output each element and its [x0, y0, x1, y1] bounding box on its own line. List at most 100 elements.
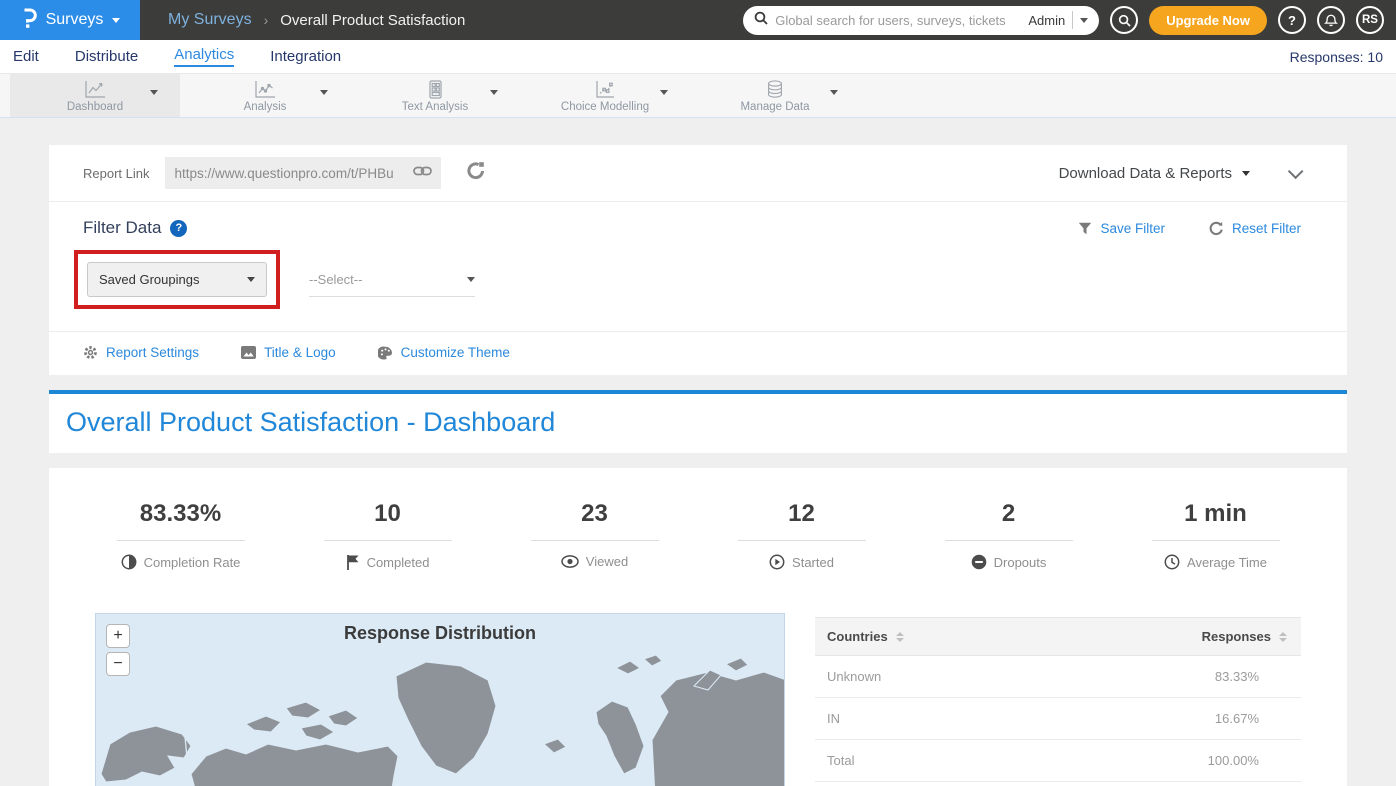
country-cell: Total: [827, 753, 854, 768]
flag-icon: [346, 554, 360, 570]
report-link-label: Report Link: [83, 166, 149, 181]
saved-groupings-dropdown[interactable]: Saved Groupings: [87, 262, 267, 297]
tab-dropdown-icon[interactable]: [150, 90, 158, 95]
stat-dropouts: 2 Dropouts: [905, 500, 1112, 575]
tab-label: Choice Modelling: [561, 101, 649, 113]
text-analysis-icon: [425, 78, 445, 100]
search-scope-dropdown-icon[interactable]: [1080, 18, 1088, 23]
reset-filter-label: Reset Filter: [1232, 221, 1301, 236]
tab-choice-modelling[interactable]: Choice Modelling: [520, 74, 690, 117]
stat-viewed: 23 Viewed: [491, 500, 698, 575]
upgrade-now-button[interactable]: Upgrade Now: [1149, 6, 1267, 35]
notifications-button[interactable]: [1317, 6, 1345, 34]
download-data-reports[interactable]: Download Data & Reports: [1059, 165, 1250, 182]
help-button[interactable]: ?: [1278, 6, 1306, 34]
stat-started: 12 Started: [698, 500, 905, 575]
dashboard-chart-icon: [83, 78, 107, 100]
link-icon[interactable]: [413, 164, 432, 182]
responses-cell: 100.00%: [1208, 753, 1289, 768]
database-icon: [764, 78, 786, 100]
customize-theme-link[interactable]: Customize Theme: [378, 345, 510, 360]
filter-help-icon[interactable]: ?: [170, 220, 187, 237]
stat-average-time: 1 min Average Time: [1112, 500, 1319, 575]
stats-row: 83.33% Completion Rate 10 Completed 23: [49, 500, 1347, 575]
table-row: IN 16.67%: [815, 698, 1301, 740]
reset-filter-button[interactable]: Reset Filter: [1209, 221, 1301, 236]
tab-label: Analysis: [244, 101, 287, 113]
map-zoom-out-button[interactable]: −: [106, 652, 130, 676]
top-bar: Surveys My Surveys › Overall Product Sat…: [0, 0, 1396, 40]
play-circle-icon: [769, 554, 785, 570]
report-filter-card: Report Link Download Data & Reports Filt…: [49, 145, 1347, 375]
report-link-input[interactable]: [174, 166, 409, 181]
regenerate-link-icon[interactable]: [466, 161, 486, 186]
choice-modelling-icon: [593, 78, 617, 100]
tab-label: Dashboard: [67, 101, 123, 113]
tab-dropdown-icon[interactable]: [660, 90, 668, 95]
chevron-down-icon: [467, 277, 475, 282]
tab-manage-data[interactable]: Manage Data: [690, 74, 860, 117]
search-button[interactable]: [1110, 6, 1138, 34]
image-icon: [241, 346, 256, 359]
filter-section: Filter Data ? Save Filter Reset Filter: [49, 202, 1347, 331]
highlight-box: Saved Groupings: [74, 250, 280, 309]
analytics-tabstrip: Dashboard Analysis Text Analysis Choice …: [0, 74, 1396, 118]
product-switcher[interactable]: Surveys: [0, 0, 140, 40]
nav-analytics[interactable]: Analytics: [174, 46, 234, 67]
sort-icon[interactable]: [1279, 632, 1287, 642]
report-link-row: Report Link Download Data & Reports: [49, 145, 1347, 201]
report-settings-link[interactable]: Report Settings: [83, 345, 199, 360]
avatar[interactable]: RS: [1356, 6, 1384, 34]
map-and-table-row: Response Distribution + −: [49, 613, 1347, 786]
responses-count: Responses: 10: [1290, 49, 1383, 65]
map-zoom-controls: + −: [106, 624, 130, 676]
tab-dashboard[interactable]: Dashboard: [10, 74, 180, 117]
responses-cell: 83.33%: [1215, 669, 1289, 684]
reset-icon: [1209, 221, 1224, 236]
stat-completed: 10 Completed: [284, 500, 491, 575]
dashboard-card: 83.33% Completion Rate 10 Completed 23: [49, 468, 1347, 786]
map-zoom-in-button[interactable]: +: [106, 624, 130, 648]
country-cell: IN: [827, 711, 840, 726]
header-countries[interactable]: Countries: [827, 629, 888, 644]
stat-value: 2: [905, 500, 1112, 528]
filter-controls: Saved Groupings --Select--: [74, 250, 1313, 309]
breadcrumb-my-surveys[interactable]: My Surveys: [168, 11, 252, 29]
divider: [1072, 11, 1073, 29]
nav-edit[interactable]: Edit: [13, 48, 39, 65]
tab-dropdown-icon[interactable]: [490, 90, 498, 95]
collapse-panel-icon[interactable]: [1288, 163, 1304, 179]
filter-value-dropdown[interactable]: --Select--: [309, 262, 475, 297]
response-distribution-map[interactable]: Response Distribution + −: [95, 613, 785, 786]
report-settings-row: Report Settings Title & Logo Customize T…: [49, 332, 1347, 375]
table-row: Unknown 83.33%: [815, 656, 1301, 698]
nav-integration[interactable]: Integration: [270, 48, 341, 65]
breadcrumb-separator: ›: [264, 12, 269, 28]
dashboard-title-band: Overall Product Satisfaction - Dashboard: [49, 390, 1347, 453]
tab-analysis[interactable]: Analysis: [180, 74, 350, 117]
map-title: Response Distribution: [96, 614, 784, 644]
analysis-chart-icon: [253, 78, 277, 100]
page-title: Overall Product Satisfaction - Dashboard: [66, 407, 1347, 438]
sort-icon[interactable]: [896, 632, 904, 642]
customize-theme-label: Customize Theme: [401, 345, 510, 360]
header-responses[interactable]: Responses: [1202, 629, 1271, 644]
saved-groupings-label: Saved Groupings: [99, 272, 199, 287]
tab-dropdown-icon[interactable]: [320, 90, 328, 95]
save-filter-button[interactable]: Save Filter: [1078, 221, 1165, 236]
funnel-icon: [1078, 222, 1092, 235]
report-link-field: [165, 157, 441, 189]
product-name: Surveys: [46, 11, 104, 29]
global-search-input[interactable]: [775, 13, 1021, 28]
nav-distribute[interactable]: Distribute: [75, 48, 138, 65]
country-cell: Unknown: [827, 669, 881, 684]
tab-text-analysis[interactable]: Text Analysis: [350, 74, 520, 117]
palette-icon: [378, 346, 393, 360]
tab-dropdown-icon[interactable]: [830, 90, 838, 95]
responses-cell: 16.67%: [1215, 711, 1289, 726]
eye-icon: [561, 555, 579, 568]
title-logo-link[interactable]: Title & Logo: [241, 345, 336, 360]
breadcrumb: My Surveys › Overall Product Satisfactio…: [168, 11, 465, 29]
survey-section-nav: Edit Distribute Analytics Integration Re…: [0, 40, 1396, 74]
gear-icon: [83, 345, 98, 360]
